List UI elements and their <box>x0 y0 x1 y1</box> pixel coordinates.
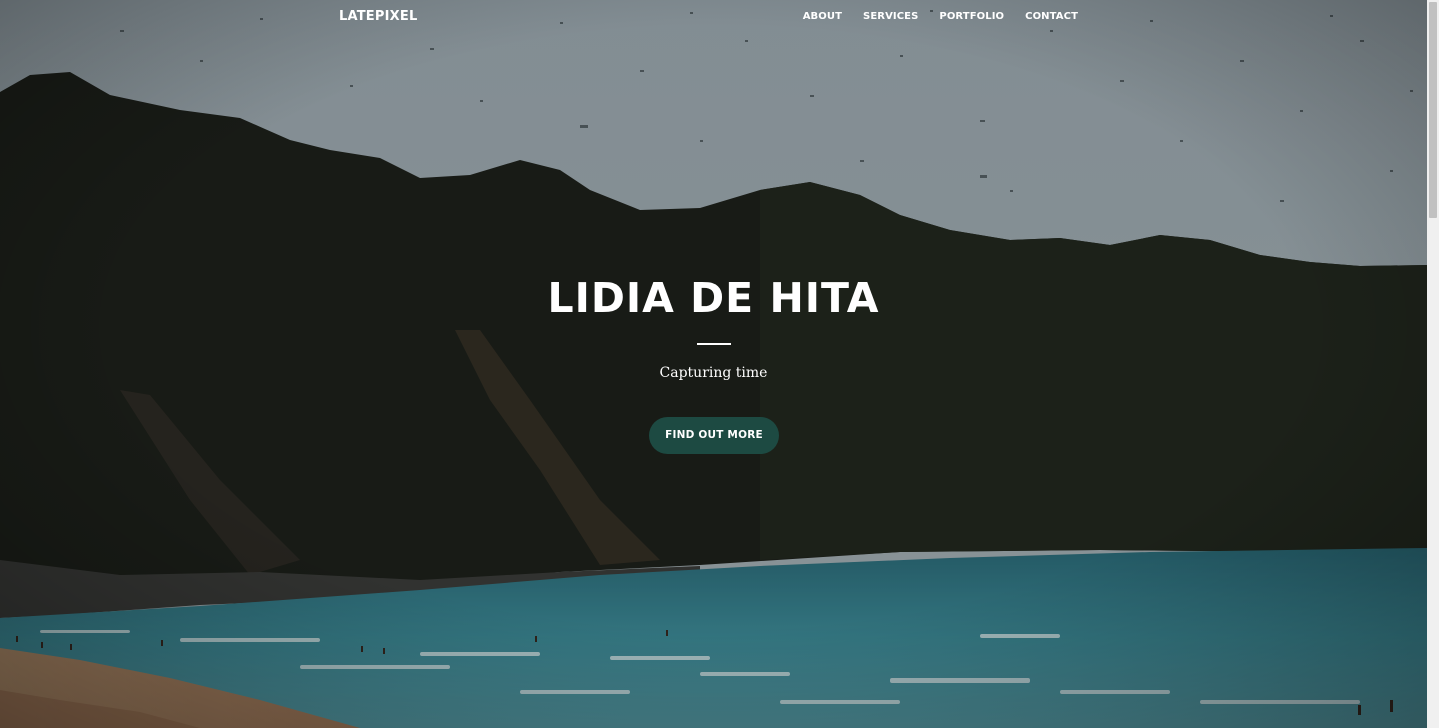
scrollbar-thumb[interactable] <box>1429 2 1437 218</box>
nav-link-services[interactable]: SERVICES <box>863 11 918 22</box>
vertical-scrollbar[interactable] <box>1427 0 1439 728</box>
nav-link-about[interactable]: ABOUT <box>803 11 842 22</box>
hero-subtitle: Capturing time <box>659 365 768 381</box>
hero-section: LIDIA DE HITA Capturing time FIND OUT MO… <box>0 0 1427 728</box>
brand-logo-link[interactable]: LATEPIXEL <box>339 9 417 24</box>
top-navbar: LATEPIXEL ABOUT SERVICES PORTFOLIO CONTA… <box>0 0 1427 36</box>
nav-links: ABOUT SERVICES PORTFOLIO CONTACT <box>782 11 1078 22</box>
nav-link-contact[interactable]: CONTACT <box>1025 11 1078 22</box>
hero-divider <box>697 343 731 345</box>
landing-page: LATEPIXEL ABOUT SERVICES PORTFOLIO CONTA… <box>0 0 1439 728</box>
find-out-more-button[interactable]: FIND OUT MORE <box>649 417 779 454</box>
hero-title: LIDIA DE HITA <box>547 274 880 322</box>
nav-link-portfolio[interactable]: PORTFOLIO <box>939 11 1004 22</box>
